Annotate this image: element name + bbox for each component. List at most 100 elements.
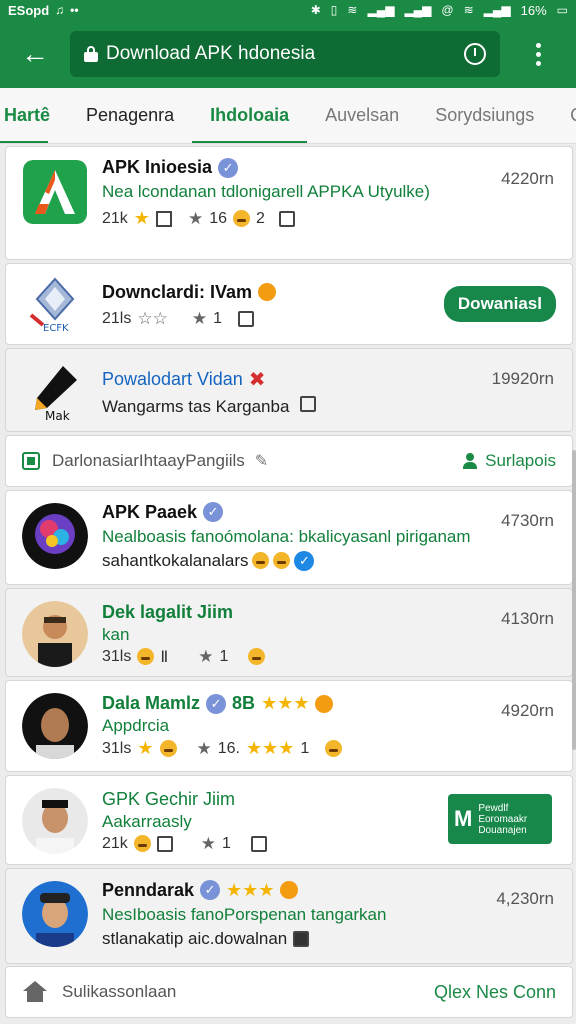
person-line1: kan <box>102 624 130 644</box>
comment-count: 1 <box>300 739 310 757</box>
install-button[interactable]: M Pewdlf Eoromaakr Douanajen <box>448 794 552 844</box>
person-line2-row: stlanakatip aic.dowalnan <box>102 929 558 949</box>
person-stats: 31ls ★ ★ 16. ★★★ 1 <box>102 738 558 759</box>
star-outline-icon: ☆☆ <box>137 308 168 328</box>
app-stats: 21k ★ ★ 16 2 <box>102 208 558 229</box>
app-title: Powalodart Vidan <box>102 369 243 389</box>
person-title: Dala Mamlz <box>102 693 201 713</box>
avatar <box>22 693 88 759</box>
arrow-left-icon: ← <box>21 38 49 69</box>
app-subtitle: Nea lcondanan tdlonigarell APPKA Utyulke… <box>102 182 430 201</box>
signal-icon-2: ▂▄▆ <box>404 3 432 17</box>
verified-icon: ✓ <box>206 693 227 714</box>
app-size: 19920rn <box>491 369 554 388</box>
verified-icon: ✓ <box>218 157 239 178</box>
section-action-label: Surlapois <box>485 451 556 470</box>
person-line2: sahantkokalanalars <box>102 550 249 570</box>
person-size: 4730rn <box>501 511 554 530</box>
section-action-button[interactable]: Surlapois <box>463 451 556 471</box>
star-icon: ★★★ <box>261 693 310 713</box>
bluetooth-icon: ✱ <box>310 3 321 17</box>
list-item[interactable]: APK Inioesia ✓ Nea lcondanan tdlonigarel… <box>5 146 573 260</box>
list-item[interactable]: APK Paaek ✓ Nealboasis fanoómolana: bkal… <box>5 490 573 585</box>
tab-penagenra[interactable]: Penagenra <box>68 88 192 143</box>
app-title: APK Inioesia <box>102 157 213 177</box>
emoji-icon <box>159 740 177 757</box>
overflow-menu-button[interactable] <box>500 42 576 66</box>
download-count: 21k <box>102 209 128 227</box>
box-icon <box>293 930 310 947</box>
avatar-container <box>20 501 90 571</box>
emoji-icon <box>133 835 151 852</box>
app-title-row: APK Inioesia ✓ <box>102 157 558 178</box>
list-item[interactable]: Penndarak ✓ ★★★ NesIboasis fanoPorspenan… <box>5 868 573 964</box>
emoji-icon <box>232 210 250 227</box>
star-gray-icon: ★ <box>198 646 214 666</box>
app-icon-label: ECFK <box>43 323 69 334</box>
tab-indonesia[interactable]: Ihdoloaia <box>192 88 308 143</box>
pen-logo-icon: Mak <box>35 366 77 423</box>
rating-count: 16. <box>217 739 240 757</box>
download-count: 21ls <box>102 309 132 327</box>
close-x-icon: ✖ <box>248 369 266 391</box>
thumb-up-icon[interactable] <box>250 835 267 852</box>
person-stats: 31ls Ⅱ ★ 1 <box>102 647 558 667</box>
battery-percent: 16% <box>520 2 547 18</box>
star-icon: ★ <box>137 738 154 758</box>
list-item[interactable]: Dek lagalit Jiim kan 31ls Ⅱ ★ 1 4130rn <box>5 588 573 677</box>
list-item[interactable]: GPK Gechir Jiim Aakarraasly 21k ★ 1 M Pe… <box>5 775 573 865</box>
person-title-row: Dala Mamlz ✓ 8B ★★★ <box>102 693 558 714</box>
m-logo-icon: M <box>454 806 473 831</box>
footer-bar: Sulikassonlaan Qlex Nes Conn <box>5 966 573 1018</box>
thumb-up-icon[interactable] <box>278 210 295 227</box>
avatar-container <box>20 879 90 949</box>
url-bar[interactable]: Download APK hdonesia <box>70 31 500 77</box>
verified-icon: ✓ <box>294 550 315 571</box>
orange-badge-icon <box>258 283 277 301</box>
home-icon[interactable] <box>22 981 48 1003</box>
at-icon: @ <box>441 3 454 17</box>
footer-label: Sulikassonlaan <box>62 982 177 1001</box>
list-item[interactable]: Dala Mamlz ✓ 8B ★★★ Appdrcia 31ls ★ ★ 16… <box>5 680 573 772</box>
emoji-icon <box>325 740 343 757</box>
bar-icon: Ⅱ <box>160 648 169 666</box>
rating-count: 1 <box>213 309 222 327</box>
app-icon-container: Mak <box>20 357 90 427</box>
star-gray-icon: ★ <box>191 308 208 328</box>
person-title-row: Penndarak ✓ ★★★ <box>102 880 558 901</box>
list-item[interactable]: Mak Powalodart Vidan ✖ Wangarms tas Karg… <box>5 348 573 432</box>
thumb-up-icon[interactable] <box>238 310 254 327</box>
thumb-up-icon[interactable] <box>300 396 317 412</box>
avatar <box>22 881 88 947</box>
app-title-row: Powalodart Vidan ✖ <box>102 367 558 392</box>
avatar-container <box>20 599 90 669</box>
footer-action-link[interactable]: Qlex Nes Conn <box>434 982 556 1003</box>
status-bar-right: ✱ ▯ ≋ ▂▄▆ ▂▄▆ @ ≋ ▂▄▆ 16% ▭ <box>311 3 568 18</box>
url-text: Download APK hdonesia <box>106 43 316 64</box>
app-list: APK Inioesia ✓ Nea lcondanan tdlonigarel… <box>5 146 573 967</box>
avatar-container <box>20 691 90 761</box>
tab-qoo[interactable]: Qoo <box>552 88 576 143</box>
download-button[interactable]: Dowaniasl <box>443 286 556 322</box>
kebab-icon <box>535 42 541 66</box>
app-bar: ← Download APK hdonesia <box>0 20 576 88</box>
tab-sorydsiungs[interactable]: Sorydsiungs <box>417 88 552 143</box>
tab-auvelsan[interactable]: Auvelsan <box>307 88 417 143</box>
status-left-text: ESopd <box>8 2 50 18</box>
app-subtitle-text: Wangarms tas Karganba <box>102 397 290 416</box>
signal-icon: ▂▄▆ <box>367 3 395 17</box>
person-icon <box>463 453 478 469</box>
rating-count: 1 <box>219 647 229 665</box>
scrollbar[interactable] <box>572 450 576 750</box>
person-title: APK Paaek <box>102 501 198 522</box>
list-item[interactable]: ECFK Downclardi: IVam 21ls ☆☆ ★ 1 Dowani… <box>5 263 573 345</box>
power-icon[interactable] <box>464 43 486 65</box>
emoji-icon <box>252 552 270 569</box>
pencil-icon[interactable]: ✎ <box>255 451 268 471</box>
back-button[interactable]: ← <box>0 20 70 88</box>
app-subtitle: Wangarms tas Karganba <box>102 396 558 417</box>
comment-count: 2 <box>255 209 265 227</box>
verified-icon: ✓ <box>203 502 224 522</box>
tab-home[interactable]: Hartê <box>0 88 68 143</box>
rating-prefix: 8B <box>232 693 256 713</box>
